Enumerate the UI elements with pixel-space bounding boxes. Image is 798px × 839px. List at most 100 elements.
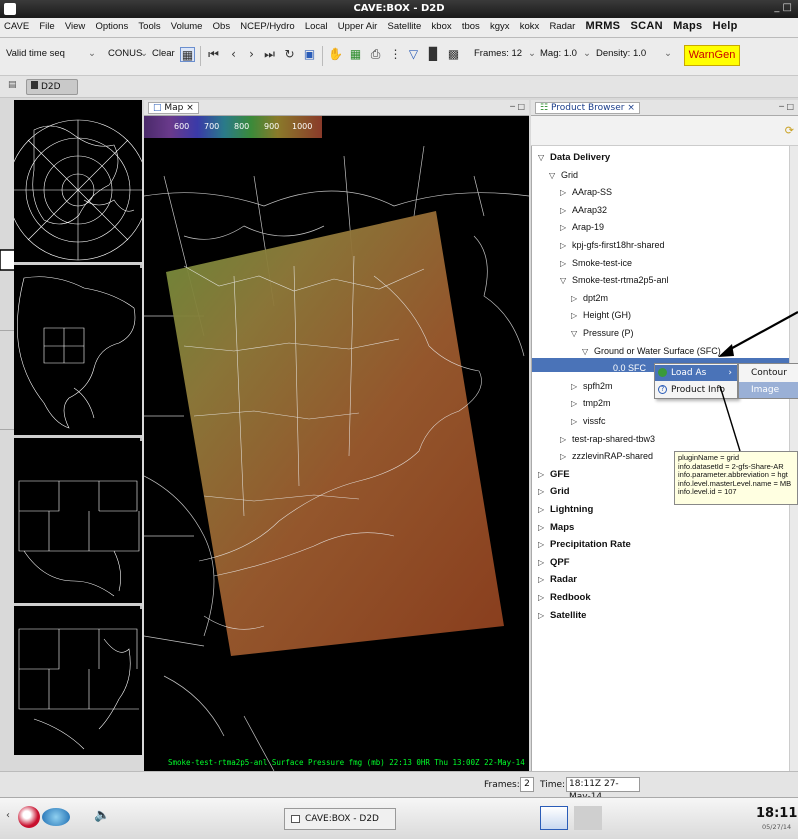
tree-toggle-icon[interactable]: ▷ [560, 241, 566, 250]
tree-toggle-icon[interactable]: ▷ [538, 470, 544, 479]
tree-toggle-icon[interactable]: ▷ [571, 294, 577, 303]
tree-item[interactable]: kpj-gfs-first18hr-shared [572, 240, 665, 250]
menu-mrms[interactable]: MRMS [586, 20, 621, 32]
tree-item[interactable]: zzzlevinRAP-shared [572, 451, 653, 461]
side-pane-northeast[interactable] [14, 609, 142, 755]
points-icon[interactable]: ⋮ [388, 47, 403, 62]
tree-item[interactable]: Data Delivery [550, 152, 610, 163]
tree-toggle-icon[interactable]: ▷ [560, 452, 566, 461]
clear-button[interactable]: Clear [152, 48, 175, 59]
tree-item[interactable]: test-rap-shared-tbw3 [572, 434, 655, 444]
tree-item[interactable]: vissfc [583, 416, 606, 426]
tree-toggle-icon[interactable]: ▷ [560, 223, 566, 232]
tree-item[interactable]: tmp2m [583, 398, 611, 408]
menu-tbos[interactable]: tbos [462, 21, 480, 32]
mag-dropdown-arrow[interactable]: ⌄ [583, 48, 591, 59]
menu-upper-air[interactable]: Upper Air [338, 21, 378, 32]
menu-ncep-hydro[interactable]: NCEP/Hydro [240, 21, 294, 32]
tree-toggle-icon[interactable]: ▽ [560, 276, 566, 285]
tree-item[interactable]: Smoke-test-rtma2p5-anl [572, 275, 669, 285]
tree-toggle-icon[interactable]: ▷ [571, 399, 577, 408]
menu-obs[interactable]: Obs [213, 21, 230, 32]
tree-toggle-icon[interactable]: ▷ [560, 259, 566, 268]
area-dropdown-arrow[interactable]: ⌄ [140, 48, 148, 59]
next-frame-icon[interactable]: › [244, 47, 259, 62]
tree-toggle-icon[interactable]: ▽ [582, 347, 588, 356]
side-pane-us[interactable] [14, 441, 142, 606]
tree-item[interactable]: QPF [550, 557, 570, 568]
tree-toggle-icon[interactable]: ▷ [560, 188, 566, 197]
tree-toggle-icon[interactable]: ▷ [571, 311, 577, 320]
tree-item[interactable]: Height (GH) [583, 310, 631, 320]
taskbar-window-button[interactable]: CAVE:BOX - D2D [284, 808, 396, 830]
workspace-switcher[interactable] [574, 806, 602, 830]
frames-dropdown-arrow[interactable]: ⌄ [528, 48, 536, 59]
blink-icon[interactable]: ▩ [446, 47, 461, 62]
side-pane-polar[interactable] [14, 100, 142, 265]
tree-item[interactable]: Satellite [550, 610, 586, 621]
tree-toggle-icon[interactable]: ▽ [538, 153, 544, 162]
valid-time-dropdown[interactable]: Valid time seq [6, 48, 65, 59]
last-frame-icon[interactable]: ⏭ [262, 47, 277, 62]
tree-toggle-icon[interactable]: ▷ [571, 382, 577, 391]
menu-kokx[interactable]: kokx [520, 21, 540, 32]
image-icon[interactable]: ▉ [426, 47, 441, 62]
tree-toggle-icon[interactable]: ▷ [538, 540, 544, 549]
tree-toggle-icon[interactable]: ▷ [560, 206, 566, 215]
tree-item[interactable]: AArap-SS [572, 187, 612, 197]
tree-item[interactable]: Pressure (P) [583, 328, 634, 338]
tree-toggle-icon[interactable]: ▷ [538, 487, 544, 496]
tree-item[interactable]: Maps [550, 522, 574, 533]
mag-dropdown[interactable]: Mag: 1.0 [540, 48, 577, 59]
tree-item[interactable]: Arap-19 [572, 222, 604, 232]
tree-toggle-icon[interactable]: ▷ [538, 611, 544, 620]
menu-local[interactable]: Local [305, 21, 328, 32]
perspective-d2d-tab[interactable]: D2D [26, 79, 78, 95]
menu-scan[interactable]: SCAN [631, 20, 663, 32]
tree-item[interactable]: Redbook [550, 592, 591, 603]
density-dropdown[interactable]: Density: 1.0 [596, 48, 646, 59]
window-controls[interactable]: _ □ [774, 2, 792, 13]
tree-item[interactable]: dpt2m [583, 293, 608, 303]
tree-item[interactable]: 0.0 SFC [613, 363, 646, 373]
tree-item[interactable]: Precipitation Rate [550, 539, 631, 550]
refresh-icon[interactable]: ⟳ [785, 124, 794, 137]
tree-toggle-icon[interactable]: ▷ [538, 505, 544, 514]
menu-cave[interactable]: CAVE [4, 21, 29, 32]
area-dropdown[interactable]: CONUS [108, 48, 142, 59]
warngen-button[interactable]: WarnGen [684, 45, 740, 66]
menu-view[interactable]: View [65, 21, 85, 32]
product-browser-tab[interactable]: ☷ Product Browser × [535, 102, 640, 114]
tree-toggle-icon[interactable]: ▷ [538, 593, 544, 602]
loop-icon[interactable]: ↻ [282, 47, 297, 62]
menu-help[interactable]: Help [713, 20, 738, 32]
menu-kgyx[interactable]: kgyx [490, 21, 510, 32]
tree-item[interactable]: Radar [550, 574, 577, 585]
tree-toggle-icon[interactable]: ▷ [560, 435, 566, 444]
frames-dropdown[interactable]: Frames: 12 [474, 48, 522, 59]
tree-toggle-icon[interactable]: ▷ [538, 575, 544, 584]
tree-toggle-icon[interactable]: ▷ [538, 523, 544, 532]
pan-icon[interactable]: ✋ [328, 47, 343, 62]
tree-item[interactable]: AArap32 [572, 205, 607, 215]
print-icon[interactable]: ⎙ [368, 47, 383, 62]
tree-item[interactable]: Smoke-test-ice [572, 258, 632, 268]
volume-icon[interactable]: 🔈 [94, 808, 110, 823]
show-desktop-icon[interactable] [540, 806, 568, 830]
menu-maps[interactable]: Maps [673, 20, 702, 32]
menu-radar[interactable]: Radar [549, 21, 575, 32]
start-menu-icon[interactable] [18, 806, 40, 828]
tree-item[interactable]: Lightning [550, 504, 593, 515]
baselines-icon[interactable]: ▽ [406, 47, 421, 62]
loop-properties-icon[interactable]: ▣ [302, 47, 317, 62]
map-view-controls[interactable]: ─ □ [510, 102, 525, 111]
tree-toggle-icon[interactable]: ▷ [538, 558, 544, 567]
menu-file[interactable]: File [39, 21, 54, 32]
tree-item[interactable]: Grid [550, 486, 570, 497]
tree-item[interactable]: Grid [561, 170, 578, 180]
map-tab[interactable]: □ Map × [148, 102, 199, 114]
tree-toggle-icon[interactable]: ▽ [571, 329, 577, 338]
valid-time-dropdown-arrow[interactable]: ⌄ [88, 48, 96, 59]
clear-icon[interactable]: ▦ [180, 47, 195, 62]
first-frame-icon[interactable]: ⏮ [206, 47, 221, 62]
